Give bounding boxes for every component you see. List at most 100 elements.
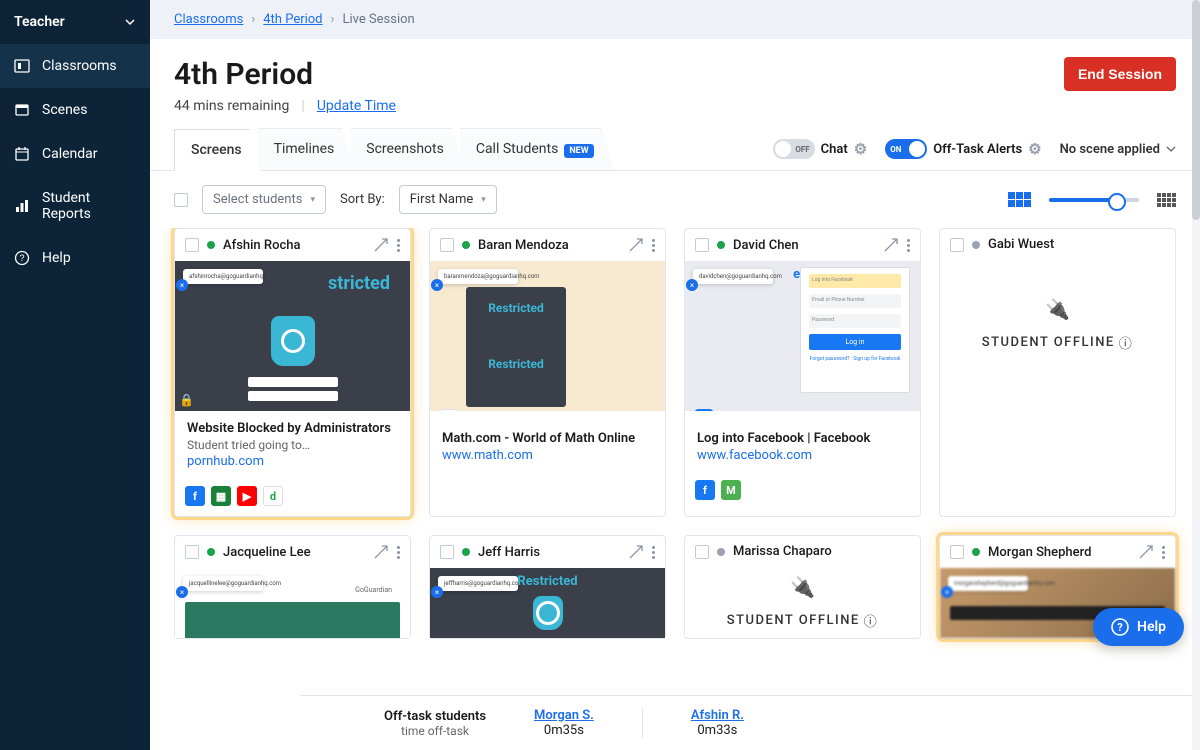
expand-icon[interactable] xyxy=(373,237,389,253)
student-checkbox[interactable] xyxy=(695,545,709,559)
sidebar-item-scenes[interactable]: Scenes xyxy=(0,88,150,132)
page-url[interactable]: www.facebook.com xyxy=(697,448,908,463)
screen-thumbnail[interactable]: ×jeffharris@goguardianhq.com Restricted xyxy=(430,568,665,638)
student-card: Gabi Wuest 🔌 STUDENT OFFLINE ⓘ xyxy=(939,228,1176,517)
status-dot-online xyxy=(462,548,470,556)
breadcrumb-link[interactable]: 4th Period xyxy=(263,12,322,27)
grid-view-large-icon[interactable] xyxy=(1008,192,1031,207)
sidebar-item-help[interactable]: ? Help xyxy=(0,236,150,280)
plug-icon: 🔌 xyxy=(790,575,815,599)
help-icon: ? xyxy=(14,250,30,266)
more-menu-icon[interactable] xyxy=(397,239,400,252)
student-checkbox[interactable] xyxy=(950,238,964,252)
screen-thumbnail: 🔌 STUDENT OFFLINE ⓘ xyxy=(940,260,1175,388)
desmos-icon[interactable]: d xyxy=(263,486,283,506)
chevron-down-icon xyxy=(1166,144,1176,154)
facebook-icon[interactable]: f xyxy=(695,480,715,500)
page-title: 4th Period xyxy=(174,57,313,92)
student-checkbox[interactable] xyxy=(440,545,454,559)
page-title-text: Website Blocked by Administrators xyxy=(187,421,398,436)
student-checkbox[interactable] xyxy=(440,238,454,252)
chat-label: Chat xyxy=(821,142,848,157)
offline-label: STUDENT OFFLINE ⓘ xyxy=(982,333,1134,352)
student-card: David Chen ×davidchen@goguardianhq.com e… xyxy=(684,228,921,517)
tab-screenshots[interactable]: Screenshots xyxy=(350,128,464,170)
close-icon: × xyxy=(686,279,698,291)
status-dot-offline xyxy=(972,241,980,249)
select-all-checkbox[interactable] xyxy=(174,193,188,207)
student-checkbox[interactable] xyxy=(695,238,709,252)
offtask-toggle[interactable]: ON xyxy=(885,139,927,159)
sidebar-item-label: Classrooms xyxy=(42,58,117,74)
more-menu-icon[interactable] xyxy=(907,239,910,252)
student-checkbox[interactable] xyxy=(185,238,199,252)
tab-call-students[interactable]: Call StudentsNEW xyxy=(460,128,614,170)
calendar-icon xyxy=(14,146,30,162)
expand-icon[interactable] xyxy=(628,544,644,560)
select-students-dropdown[interactable]: Select students ▾ xyxy=(202,185,326,214)
chat-toggle[interactable]: OFF xyxy=(773,139,815,159)
more-menu-icon[interactable] xyxy=(652,546,655,559)
more-menu-icon[interactable] xyxy=(397,546,400,559)
svg-text:?: ? xyxy=(1117,621,1123,634)
sidebar-header[interactable]: Teacher xyxy=(0,0,150,44)
expand-icon[interactable] xyxy=(628,237,644,253)
tabs: Screens Timelines Screenshots Call Stude… xyxy=(174,128,610,170)
app-icon[interactable]: M xyxy=(721,480,741,500)
update-time-link[interactable]: Update Time xyxy=(317,98,396,114)
goguardian-logo: GoGuardian xyxy=(355,586,392,594)
page-url[interactable]: pornhub.com xyxy=(187,454,398,469)
scene-select[interactable]: No scene applied xyxy=(1060,142,1176,157)
sort-by-dropdown[interactable]: First Name ▾ xyxy=(399,185,497,214)
more-menu-icon[interactable] xyxy=(652,239,655,252)
sidebar: Teacher Classrooms Scenes Calendar Stude… xyxy=(0,0,150,750)
plug-icon: 🔌 xyxy=(1045,297,1070,321)
offline-label: STUDENT OFFLINE ⓘ xyxy=(727,611,879,630)
chevron-down-icon: ▾ xyxy=(481,195,486,205)
page-title-text: Log into Facebook | Facebook xyxy=(697,431,908,446)
sidebar-item-classrooms[interactable]: Classrooms xyxy=(0,44,150,88)
facebook-icon[interactable]: f xyxy=(185,486,205,506)
sidebar-item-calendar[interactable]: Calendar xyxy=(0,132,150,176)
student-name: Baran Mendoza xyxy=(478,238,620,253)
youtube-icon[interactable]: ▶ xyxy=(237,486,257,506)
gear-icon[interactable]: ⚙ xyxy=(854,140,867,158)
tab-timelines[interactable]: Timelines xyxy=(258,128,355,170)
student-name: Afshin Rocha xyxy=(223,238,365,253)
expand-icon[interactable] xyxy=(883,237,899,253)
sidebar-item-label: Scenes xyxy=(42,102,87,118)
status-dot-online xyxy=(972,548,980,556)
student-checkbox[interactable] xyxy=(185,545,199,559)
offtask-student-link[interactable]: Morgan S. xyxy=(534,708,594,723)
sidebar-item-student-reports[interactable]: Student Reports xyxy=(0,176,150,236)
student-checkbox[interactable] xyxy=(950,545,964,559)
breadcrumb-current: Live Session xyxy=(342,12,414,27)
screen-thumbnail[interactable]: ×davidchen@goguardianhq.com ebook Log in… xyxy=(685,261,920,411)
lock-icon: 🔒 xyxy=(179,393,194,407)
screen-thumbnail[interactable]: ×afshinrocha@goguardianhq.com stricted 🔒 xyxy=(175,261,410,411)
page-url[interactable]: www.math.com xyxy=(442,448,653,463)
expand-icon[interactable] xyxy=(1138,544,1154,560)
student-name: Gabi Wuest xyxy=(988,237,1165,252)
screen-thumbnail[interactable]: ×baranmendoza@goguardianhq.com Restricte… xyxy=(430,261,665,411)
sheets-icon[interactable]: ▦ xyxy=(211,486,231,506)
student-cards-grid[interactable]: Afshin Rocha ×afshinrocha@goguardianhq.c… xyxy=(150,228,1200,750)
zoom-slider[interactable] xyxy=(1049,198,1139,202)
breadcrumb-link[interactable]: Classrooms xyxy=(174,12,243,27)
sidebar-item-label: Student Reports xyxy=(42,190,136,222)
screen-thumbnail[interactable]: ×jacquellinelee@goguardianhq.com GoGuard… xyxy=(175,568,410,638)
offtask-student-link[interactable]: Afshin R. xyxy=(691,708,744,723)
expand-icon[interactable] xyxy=(373,544,389,560)
end-session-button[interactable]: End Session xyxy=(1064,57,1176,91)
grid-view-small-icon[interactable] xyxy=(1157,193,1176,207)
scrollbar[interactable] xyxy=(1192,0,1200,750)
offtask-time: 0m35s xyxy=(544,723,584,738)
tab-screens[interactable]: Screens xyxy=(174,129,262,171)
student-name: Jeff Harris xyxy=(478,545,620,560)
gear-icon[interactable]: ⚙ xyxy=(1028,140,1041,158)
more-menu-icon[interactable] xyxy=(1162,546,1165,559)
sort-by-label: Sort By: xyxy=(340,192,385,207)
help-fab-button[interactable]: ? Help xyxy=(1093,608,1184,646)
close-icon: × xyxy=(431,279,443,291)
student-card: Jacqueline Lee ×jacquellinelee@goguardia… xyxy=(174,535,411,639)
